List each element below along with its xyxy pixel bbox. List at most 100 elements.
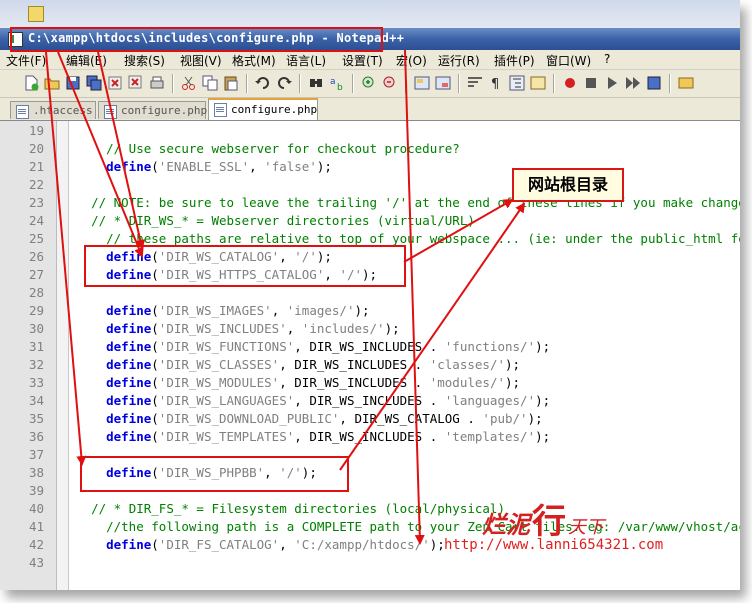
code-line[interactable]: define('DIR_WS_INCLUDES', 'includes/'); <box>76 320 400 338</box>
menu-plugins[interactable]: 插件(P) <box>494 52 535 69</box>
menu-window[interactable]: 窗口(W) <box>546 52 591 69</box>
replace-icon[interactable]: ab <box>328 74 346 92</box>
code-line[interactable]: // these paths are relative to top of yo… <box>76 230 740 248</box>
folder-icon <box>28 6 44 22</box>
code-line[interactable]: // NOTE: be sure to leave the trailing '… <box>76 194 740 212</box>
play-macro-icon[interactable] <box>603 74 621 92</box>
play-multiple-icon[interactable] <box>624 74 642 92</box>
menu-view[interactable]: 视图(V) <box>180 52 222 69</box>
menu-language[interactable]: 语言(L) <box>286 52 326 69</box>
indent-guide-icon[interactable] <box>508 74 526 92</box>
line-number: 29 <box>28 303 44 318</box>
notepadpp-window: C:\xampp\htdocs\includes\configure.php -… <box>0 0 740 590</box>
line-number: 33 <box>28 375 44 390</box>
toolbar-separator <box>352 74 354 93</box>
tab-configure-1[interactable]: configure.php <box>98 101 207 119</box>
code-line[interactable]: // * DIR_FS_* = Filesystem directories (… <box>76 500 505 518</box>
tab-label: configure.php <box>231 103 318 116</box>
code-line[interactable]: define('DIR_WS_IMAGES', 'images/'); <box>76 302 369 320</box>
close-file-icon[interactable] <box>106 74 124 92</box>
launch-icon[interactable] <box>677 74 695 92</box>
stop-macro-icon[interactable] <box>582 74 600 92</box>
fold-margin[interactable] <box>57 121 68 590</box>
show-all-chars-icon[interactable]: ¶ <box>487 74 505 92</box>
code-line[interactable]: define('DIR_WS_PHPBB', '/'); <box>76 464 317 482</box>
sync-horizontal-icon[interactable] <box>434 74 452 92</box>
menu-edit[interactable]: 编辑(E) <box>66 52 107 69</box>
menu-macro[interactable]: 宏(O) <box>396 52 427 69</box>
line-number: 41 <box>28 519 44 534</box>
tab-bar: .htaccess configure.php configure.php <box>0 98 740 121</box>
code-line[interactable]: define('ENABLE_SSL', 'false'); <box>76 158 332 176</box>
toolbar-separator <box>458 74 460 93</box>
menu-settings[interactable]: 设置(T) <box>342 52 383 69</box>
sync-vertical-icon[interactable] <box>413 74 431 92</box>
line-number: 23 <box>28 195 44 210</box>
svg-text:a: a <box>330 77 336 87</box>
redo-icon[interactable] <box>275 74 293 92</box>
save-all-icon[interactable] <box>85 74 103 92</box>
code-line[interactable]: define('DIR_WS_TEMPLATES', DIR_WS_INCLUD… <box>76 428 550 446</box>
line-number: 25 <box>28 231 44 246</box>
new-file-icon[interactable] <box>22 74 40 92</box>
code-line[interactable]: define('DIR_WS_FUNCTIONS', DIR_WS_INCLUD… <box>76 338 550 356</box>
zoom-in-icon[interactable] <box>360 74 378 92</box>
doc-map-icon[interactable] <box>529 74 547 92</box>
print-icon[interactable] <box>148 74 166 92</box>
line-number: 19 <box>28 123 44 138</box>
word-wrap-icon[interactable] <box>466 74 484 92</box>
file-icon <box>214 103 227 117</box>
menu-help[interactable]: ? <box>604 52 610 66</box>
toolbar-separator <box>405 74 407 93</box>
save-icon[interactable] <box>64 74 82 92</box>
undo-icon[interactable] <box>254 74 272 92</box>
record-macro-icon[interactable] <box>561 74 579 92</box>
code-line[interactable]: define('DIR_WS_CLASSES', DIR_WS_INCLUDES… <box>76 356 520 374</box>
notepadpp-icon <box>8 32 23 47</box>
code-line[interactable]: define('DIR_WS_DOWNLOAD_PUBLIC', DIR_WS_… <box>76 410 543 428</box>
line-number: 37 <box>28 447 44 462</box>
file-icon <box>16 105 29 119</box>
code-line[interactable]: define('DIR_WS_HTTPS_CATALOG', '/'); <box>76 266 377 284</box>
code-line[interactable]: define('DIR_WS_LANGUAGES', DIR_WS_INCLUD… <box>76 392 550 410</box>
line-number: 38 <box>28 465 44 480</box>
menu-run[interactable]: 运行(R) <box>438 52 480 69</box>
edge-line <box>68 121 69 590</box>
code-line[interactable]: define('DIR_WS_CATALOG', '/'); <box>76 248 332 266</box>
code-line[interactable]: // Use secure webserver for checkout pro… <box>76 140 460 158</box>
code-line[interactable]: // * DIR_WS_* = Webserver directories (v… <box>76 212 475 230</box>
copy-icon[interactable] <box>201 74 219 92</box>
paste-icon[interactable] <box>222 74 240 92</box>
toolbar: ab ¶ <box>0 70 740 98</box>
title-bar[interactable]: C:\xampp\htdocs\includes\configure.php -… <box>0 28 740 50</box>
line-number: 26 <box>28 249 44 264</box>
line-number: 42 <box>28 537 44 552</box>
tab-htaccess[interactable]: .htaccess <box>10 101 96 119</box>
cut-icon[interactable] <box>180 74 198 92</box>
zoom-out-icon[interactable] <box>381 74 399 92</box>
code-line[interactable]: define('DIR_WS_MODULES', DIR_WS_INCLUDES… <box>76 374 520 392</box>
line-number: 21 <box>28 159 44 174</box>
menu-format[interactable]: 格式(M) <box>232 52 276 69</box>
close-all-icon[interactable] <box>127 74 145 92</box>
find-icon[interactable] <box>307 74 325 92</box>
window-title: C:\xampp\htdocs\includes\configure.php -… <box>28 31 405 45</box>
save-macro-icon[interactable] <box>645 74 663 92</box>
line-number: 22 <box>28 177 44 192</box>
code-line[interactable]: define('DIR_FS_CATALOG', 'C:/xampp/htdoc… <box>76 536 445 554</box>
toolbar-separator <box>299 74 301 93</box>
code-line[interactable]: //the following path is a COMPLETE path … <box>76 518 740 536</box>
menu-file[interactable]: 文件(F) <box>6 52 46 69</box>
svg-text:¶: ¶ <box>491 77 499 92</box>
toolbar-separator <box>172 74 174 93</box>
menu-search[interactable]: 搜索(S) <box>124 52 165 69</box>
line-number: 20 <box>28 141 44 156</box>
code-editor[interactable]: 19 20 // Use secure webserver for checkou… <box>0 121 740 590</box>
line-number: 30 <box>28 321 44 336</box>
tab-label: .htaccess <box>33 104 93 117</box>
line-number: 35 <box>28 411 44 426</box>
tab-configure-active[interactable]: configure.php <box>208 98 318 120</box>
window-top-strip <box>0 0 740 28</box>
open-file-icon[interactable] <box>43 74 61 92</box>
line-number: 31 <box>28 339 44 354</box>
